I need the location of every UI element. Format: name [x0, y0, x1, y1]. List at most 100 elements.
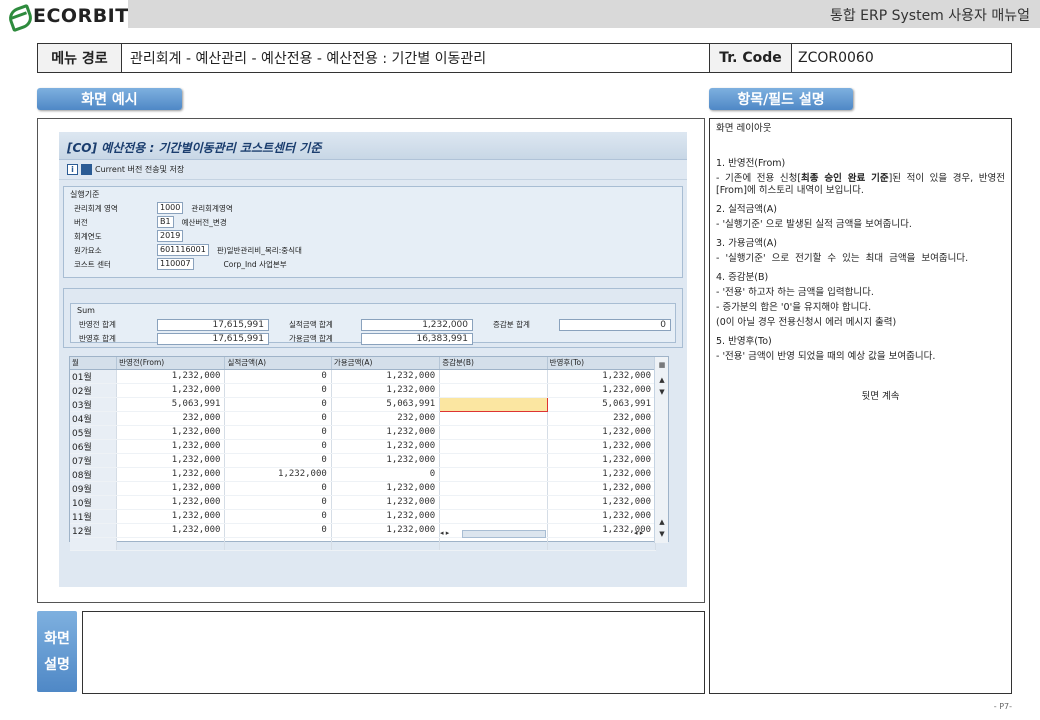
- scroll-up-icon[interactable]: ▲: [657, 375, 667, 385]
- cost-element-input[interactable]: 601116001: [157, 244, 209, 256]
- change-input-cell[interactable]: [439, 411, 548, 426]
- empty-cell: [439, 537, 548, 552]
- value-cell: 5,063,991: [547, 397, 657, 412]
- field-description: Corp_Ind 사업본부: [223, 259, 287, 269]
- column-header[interactable]: 반영전(From): [116, 357, 226, 370]
- value-cell: 0: [224, 481, 332, 496]
- screen-description-box: [82, 611, 705, 694]
- item-title: 1. 반영전(From): [716, 158, 786, 169]
- change-input-cell[interactable]: [439, 439, 548, 454]
- logo-text: ECORBIT: [33, 5, 129, 27]
- info-icon[interactable]: i: [67, 164, 78, 175]
- change-input-cell[interactable]: [439, 369, 548, 384]
- item-title: 2. 실적금액(A): [716, 204, 777, 215]
- scroll-right-icon[interactable]: ◂ ▸: [634, 529, 643, 537]
- value-cell: 0: [224, 425, 332, 440]
- sum-change-label: 증감분 합계: [493, 320, 530, 329]
- grid-horizontal-scrollbar[interactable]: ◂ ▸ ◂ ▸: [438, 529, 658, 539]
- value-cell: 1,232,000: [331, 481, 441, 496]
- version-input[interactable]: B1: [157, 216, 174, 228]
- cost-center-input[interactable]: 110007: [157, 258, 194, 270]
- value-cell: 1,232,000: [116, 467, 226, 482]
- value-cell: 1,232,000: [116, 369, 226, 384]
- ecorbit-logo: ECORBIT: [8, 4, 129, 28]
- scroll-down-icon[interactable]: ▼: [657, 387, 667, 397]
- screen-description-label: 화면 설명: [37, 611, 77, 692]
- change-input-cell[interactable]: [439, 481, 548, 496]
- value-cell: 0: [224, 523, 332, 538]
- item-text: (0이 아닐 경우 전용신청시 에러 메시지 출력): [716, 317, 897, 328]
- change-input-cell[interactable]: [439, 396, 548, 412]
- value-cell: 0: [224, 439, 332, 454]
- column-header[interactable]: 실적금액(A): [224, 357, 332, 370]
- value-cell: 1,232,000: [331, 495, 441, 510]
- value-cell: 1,232,000: [116, 509, 226, 524]
- controlling-area-input[interactable]: 1000: [157, 202, 184, 214]
- table-row: 07월 1,232,000 0 1,232,000 1,232,000: [70, 453, 657, 468]
- transfer-save-button[interactable]: Current 버전 전송및 저장: [95, 164, 184, 175]
- table-row: 04월 232,000 0 232,000 232,000: [70, 411, 657, 426]
- ecorbit-logo-icon: [8, 6, 30, 26]
- field-row: 회계연도 2019: [74, 230, 191, 242]
- fiscal-year-input[interactable]: 2019: [157, 230, 184, 242]
- value-cell: 0: [224, 383, 332, 398]
- change-input-cell[interactable]: [439, 453, 548, 468]
- value-cell: 1,232,000: [116, 523, 226, 538]
- value-cell: 1,232,000: [116, 383, 226, 398]
- field-description-box: 화면 레이아웃 1. 반영전(From) - 기존에 전용 신청[최종 승인 완…: [709, 118, 1012, 694]
- empty-cell: [224, 537, 332, 552]
- value-cell: 0: [224, 411, 332, 426]
- value-cell: 0: [224, 369, 332, 384]
- sum-group: Sum 반영전 합계 17,615,991 실적금액 합계 1,232,000 …: [70, 303, 676, 345]
- empty-cell: [116, 537, 226, 552]
- value-cell: 1,232,000: [331, 523, 441, 538]
- screen-example-frame: [CO] 예산전용 : 기간별이동관리 코스트센터 기준 i Current 버…: [37, 118, 705, 603]
- grid-settings-icon[interactable]: ▦: [657, 360, 667, 370]
- month-cell: 01월: [70, 369, 118, 384]
- column-header[interactable]: 증감분(B): [439, 357, 548, 370]
- item-text: - 기존에 전용 신청[최종 승인 완료 기준]된 적이 있을 경우, 반영전[…: [716, 173, 1005, 196]
- change-input-cell[interactable]: [439, 383, 548, 398]
- change-input-cell[interactable]: [439, 495, 548, 510]
- column-header[interactable]: 월: [70, 357, 118, 370]
- menu-path-bar: 메뉴 경로 관리회계 - 예산관리 - 예산전용 - 예산전용 : 기간별 이동…: [37, 43, 1012, 73]
- sum-available-label: 가용금액 합계: [289, 334, 333, 343]
- value-cell: 0: [224, 495, 332, 510]
- month-cell: 03월: [70, 397, 118, 412]
- value-cell: 1,232,000: [547, 467, 657, 482]
- layout-title: 화면 레이아웃: [716, 123, 772, 134]
- page-number: - P7-: [993, 702, 1012, 711]
- change-input-cell[interactable]: [439, 425, 548, 440]
- value-cell: 232,000: [547, 411, 657, 426]
- scroll-thumb[interactable]: [462, 530, 546, 538]
- save-icon[interactable]: [81, 164, 92, 175]
- value-cell: 0: [224, 397, 332, 412]
- scroll-down-icon[interactable]: ▼: [657, 529, 667, 539]
- scroll-left-icon[interactable]: ◂ ▸: [440, 529, 449, 537]
- month-cell: 06월: [70, 439, 118, 454]
- column-header[interactable]: 가용금액(A): [331, 357, 441, 370]
- grid-vertical-scrollbar[interactable]: ▦ ▲ ▼ ▲ ▼: [654, 357, 668, 543]
- scroll-up-icon[interactable]: ▲: [657, 517, 667, 527]
- criteria-group: 실행기준 관리회계 영역 1000 관리회계영역 버전 B1 예산버전_변경 회…: [63, 186, 683, 278]
- month-cell: 07월: [70, 453, 118, 468]
- item-text: - 증가분의 합은 '0'을 유지해야 합니다.: [716, 302, 872, 313]
- manual-title: 통합 ERP System 사용자 매뉴얼: [829, 8, 1030, 24]
- value-cell: 1,232,000: [331, 425, 441, 440]
- change-input-cell[interactable]: [439, 467, 548, 482]
- value-cell: 1,232,000: [547, 481, 657, 496]
- value-cell: 1,232,000: [116, 481, 226, 496]
- table-row: 01월 1,232,000 0 1,232,000 1,232,000: [70, 369, 657, 384]
- table-header-row: 월 반영전(From) 실적금액(A) 가용금액(A) 증감분(B) 반영후(T…: [70, 357, 657, 370]
- field-row: 버전 B1 예산버전_변경: [74, 216, 227, 228]
- screen-example-heading: 화면 예시: [37, 88, 182, 110]
- month-cell: 04월: [70, 411, 118, 426]
- item-text: - '전용' 하고자 하는 금액을 입력합니다.: [716, 287, 874, 298]
- criteria-title: 실행기준: [70, 190, 100, 199]
- column-header[interactable]: 반영후(To): [547, 357, 657, 370]
- table-row: 05월 1,232,000 0 1,232,000 1,232,000: [70, 425, 657, 440]
- change-input-cell[interactable]: [439, 509, 548, 524]
- monthly-budget-grid: 월 반영전(From) 실적금액(A) 가용금액(A) 증감분(B) 반영후(T…: [69, 356, 669, 552]
- value-cell: 0: [224, 509, 332, 524]
- screen-description-label-line: 화면: [44, 630, 70, 647]
